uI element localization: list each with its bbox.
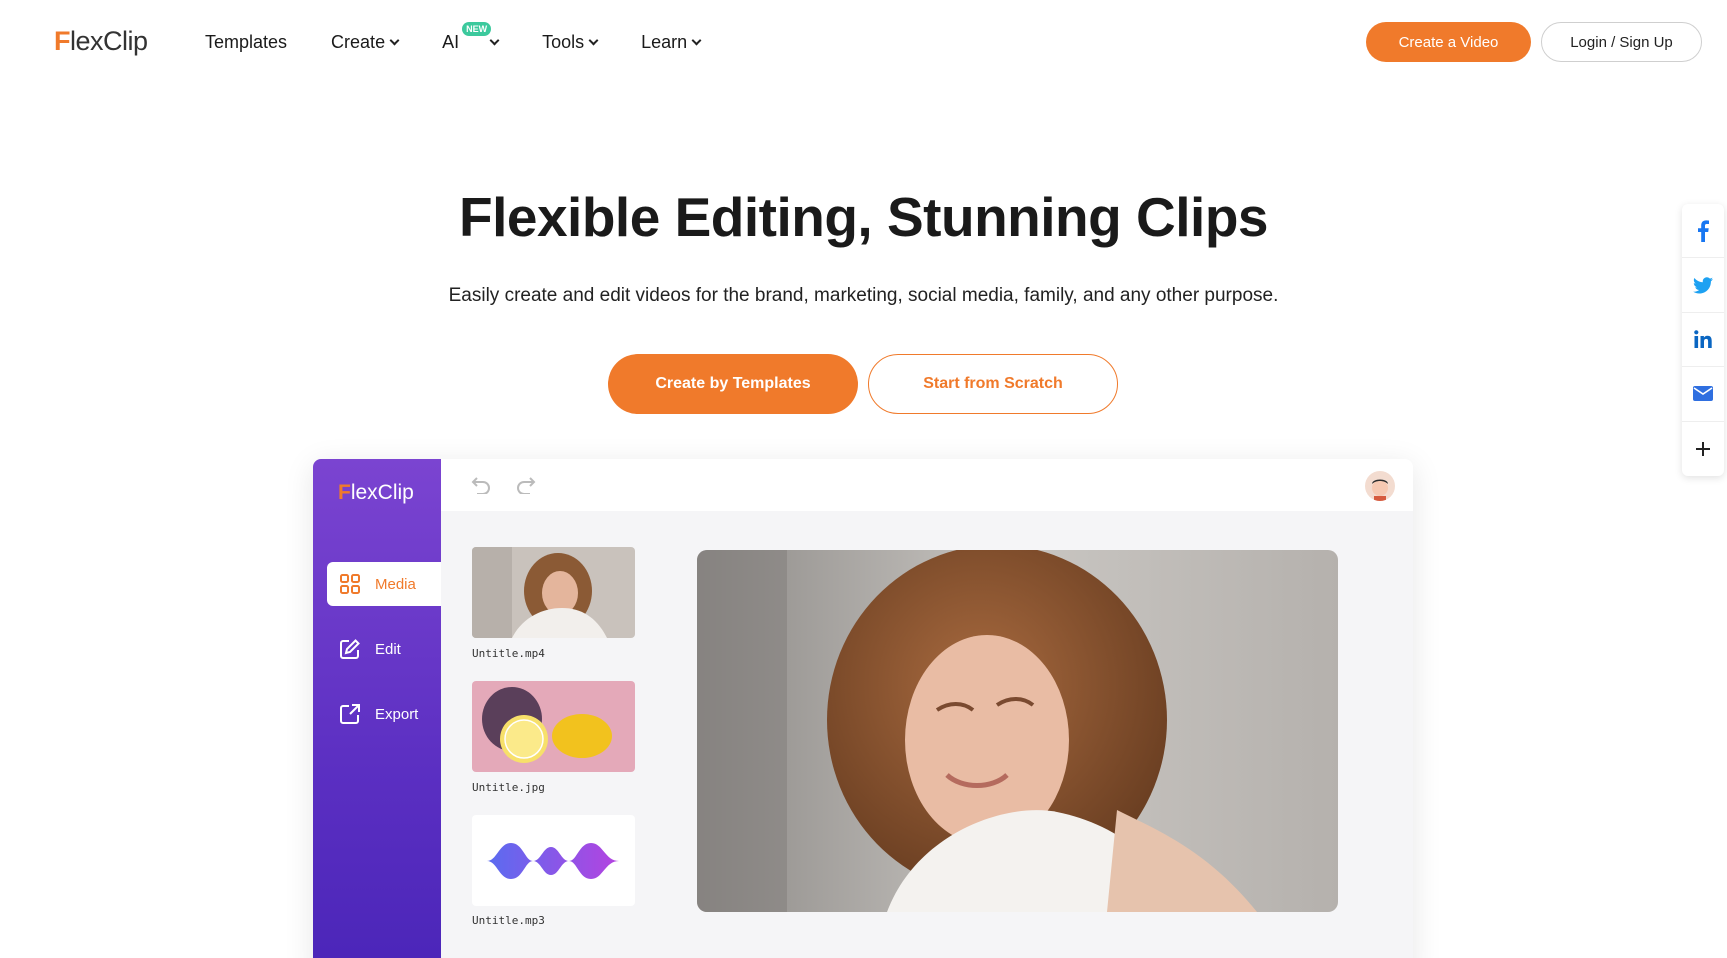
mockup-menu-export[interactable]: Export — [327, 692, 441, 736]
chevron-down-icon — [489, 35, 500, 46]
media-thumb-image[interactable] — [472, 681, 635, 772]
nav-tools-label: Tools — [542, 32, 585, 52]
mockup-toolbar — [441, 459, 1413, 511]
video-thumbnail-image — [472, 547, 635, 638]
new-badge: NEW — [462, 22, 492, 36]
media-label-audio: Untitle.mp3 — [472, 914, 545, 927]
mockup-menu-edit-label: Edit — [375, 640, 401, 658]
lemon-thumbnail-image — [472, 681, 635, 772]
nav-create[interactable]: Create — [331, 32, 400, 53]
top-nav: FlexClip Templates Create AI NEW Tools Le… — [0, 0, 1727, 84]
hero-title: Flexible Editing, Stunning Clips — [459, 186, 1269, 248]
flexclip-logo[interactable]: FlexClip — [54, 26, 148, 57]
mockup-menu-media-label: Media — [375, 575, 416, 593]
nav-ai[interactable]: AI NEW — [442, 22, 500, 53]
start-from-scratch-button[interactable]: Start from Scratch — [868, 354, 1118, 414]
media-thumb-video[interactable] — [472, 547, 635, 638]
chevron-down-icon — [389, 35, 400, 46]
nav-create-label: Create — [331, 32, 386, 52]
chevron-down-icon — [691, 35, 702, 46]
avatar-face-icon — [1372, 479, 1388, 501]
mockup-logo: FlexClip — [338, 481, 414, 505]
nav-templates-label: Templates — [205, 32, 288, 52]
audio-waveform-icon — [487, 843, 619, 879]
nav-links: Templates Create AI NEW Tools Learn — [205, 22, 744, 53]
media-thumb-audio[interactable] — [472, 815, 635, 906]
twitter-icon — [1693, 276, 1713, 294]
facebook-icon — [1698, 220, 1709, 242]
twitter-share-button[interactable] — [1682, 258, 1724, 313]
editor-mockup: FlexClip Media Edit Export Untitle.mp4 U… — [313, 459, 1413, 958]
chevron-down-icon — [588, 35, 599, 46]
login-signup-button[interactable]: Login / Sign Up — [1541, 22, 1702, 62]
email-icon — [1693, 386, 1713, 402]
media-label-video: Untitle.mp4 — [472, 647, 545, 660]
mockup-logo-letter-f: F — [338, 481, 351, 504]
preview-image — [697, 550, 1338, 912]
create-by-templates-button[interactable]: Create by Templates — [608, 354, 858, 414]
mockup-menu-edit[interactable]: Edit — [327, 627, 441, 671]
avatar[interactable] — [1365, 471, 1395, 501]
logo-text: lexClip — [70, 26, 148, 56]
export-icon — [340, 704, 360, 724]
redo-icon[interactable] — [516, 476, 536, 494]
nav-learn-label: Learn — [641, 32, 688, 52]
linkedin-icon — [1694, 330, 1712, 349]
mockup-sidebar: FlexClip Media Edit Export — [313, 459, 441, 958]
nav-templates[interactable]: Templates — [205, 32, 287, 53]
mockup-menu-media[interactable]: Media — [327, 562, 441, 606]
share-sidebar — [1682, 204, 1724, 476]
create-video-button[interactable]: Create a Video — [1366, 22, 1531, 62]
hero-subtitle: Easily create and edit videos for the br… — [448, 285, 1279, 306]
logo-letter-f: F — [54, 26, 71, 56]
facebook-share-button[interactable] — [1682, 204, 1724, 259]
media-label-image: Untitle.jpg — [472, 781, 545, 794]
plus-icon — [1696, 441, 1710, 456]
nav-learn[interactable]: Learn — [641, 32, 702, 53]
email-share-button[interactable] — [1682, 367, 1724, 422]
video-preview[interactable] — [697, 550, 1338, 912]
nav-ai-label: AI — [442, 32, 460, 52]
page: FlexClip Templates Create AI NEW Tools Le… — [0, 0, 1727, 958]
edit-icon — [340, 639, 360, 659]
linkedin-share-button[interactable] — [1682, 313, 1724, 368]
mockup-logo-text: lexClip — [350, 481, 414, 504]
more-share-button[interactable] — [1682, 422, 1724, 476]
mockup-menu-export-label: Export — [375, 705, 419, 723]
undo-icon[interactable] — [471, 476, 491, 494]
grid-icon — [340, 574, 360, 594]
nav-tools[interactable]: Tools — [542, 32, 599, 53]
